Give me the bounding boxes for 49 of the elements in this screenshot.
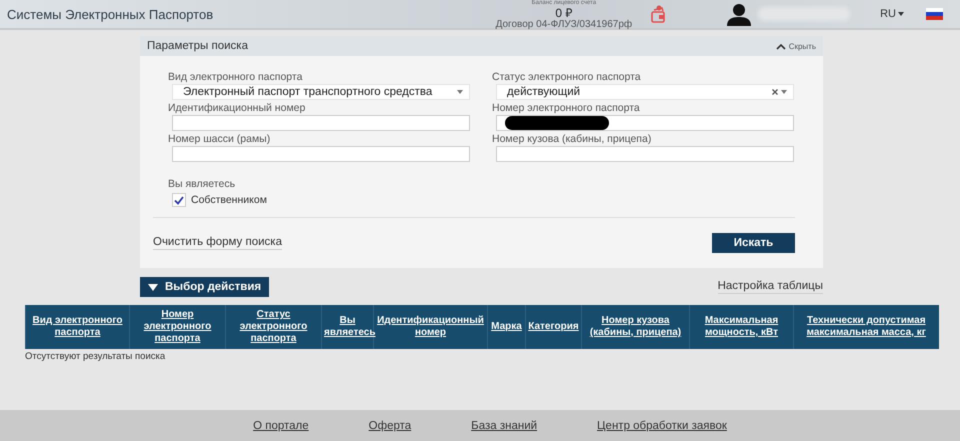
column-header[interactable]: Идентификационный номер — [374, 305, 488, 349]
footer-link[interactable]: Оферта — [368, 420, 412, 432]
table-settings-link[interactable]: Настройка таблицы — [718, 280, 823, 294]
column-header[interactable]: Номер электронного паспорта — [130, 305, 226, 349]
wallet-icon[interactable] — [650, 4, 666, 24]
balance-value: 0 ₽ — [555, 7, 572, 19]
clear-form-link[interactable]: Очистить форму поиска — [153, 236, 282, 250]
column-header[interactable]: Номер кузова (кабины, прицепа) — [582, 305, 690, 349]
input-field[interactable] — [172, 115, 470, 131]
caret-down-icon — [148, 284, 158, 290]
field-label: Идентификационный номер — [168, 102, 306, 115]
search-button[interactable]: Искать — [712, 233, 795, 253]
field-label: Номер кузова (кабины, прицепа) — [492, 133, 652, 146]
chevron-up-icon — [776, 42, 786, 50]
dropdown-field[interactable]: Электронный паспорт транспортного средства — [172, 84, 470, 100]
column-header[interactable]: Технически допустимая максимальная масса, кг — [794, 305, 938, 349]
checkbox-label: Собственником — [191, 194, 267, 206]
contract-number: Договор 04-ФЛУЗ/0341967рф — [496, 20, 632, 30]
language-selector[interactable]: RU — [880, 8, 904, 20]
footer-link[interactable]: О портале — [253, 420, 309, 432]
column-header[interactable]: Максимальная мощность, кВт — [690, 305, 794, 349]
flag-icon[interactable] — [926, 8, 943, 20]
collapse-link[interactable]: Скрыть — [776, 42, 816, 50]
action-menu-button[interactable]: Выбор действия — [140, 277, 270, 297]
field-label: Номер электронного паспорта — [492, 102, 640, 115]
close-icon[interactable] — [772, 89, 778, 95]
column-header[interactable]: Вид электронного паспорта — [26, 305, 130, 349]
input-field[interactable] — [172, 146, 470, 162]
caret-icon — [781, 90, 787, 94]
caret-icon — [457, 90, 463, 94]
footer-link[interactable]: Центр обработки заявок — [597, 420, 727, 432]
empty-results-message: Отсутствуют результаты поиска — [25, 351, 166, 362]
field-label: Статус электронного паспорта — [492, 71, 641, 84]
checkbox[interactable] — [172, 193, 186, 207]
column-header[interactable]: Марка — [488, 305, 526, 349]
column-header[interactable]: Категория — [526, 305, 582, 349]
column-header[interactable]: Вы являетесь — [322, 305, 374, 349]
field-label: Вы являетесь — [168, 178, 236, 191]
field-label: Номер шасси (рамы) — [168, 133, 270, 146]
dropdown-field[interactable]: действующий — [496, 84, 794, 100]
user-avatar-icon[interactable] — [726, 2, 752, 26]
footer-link[interactable]: База знаний — [471, 420, 538, 432]
input-field[interactable] — [496, 146, 794, 162]
panel-title: Параметры поиска — [147, 40, 249, 52]
field-label: Вид электронного паспорта — [168, 71, 302, 84]
site-title: Системы Электронных Паспортов — [7, 6, 214, 22]
caret-down-icon — [898, 12, 904, 16]
column-header[interactable]: Статус электронного паспорта — [226, 305, 322, 349]
input-field[interactable] — [496, 115, 794, 131]
